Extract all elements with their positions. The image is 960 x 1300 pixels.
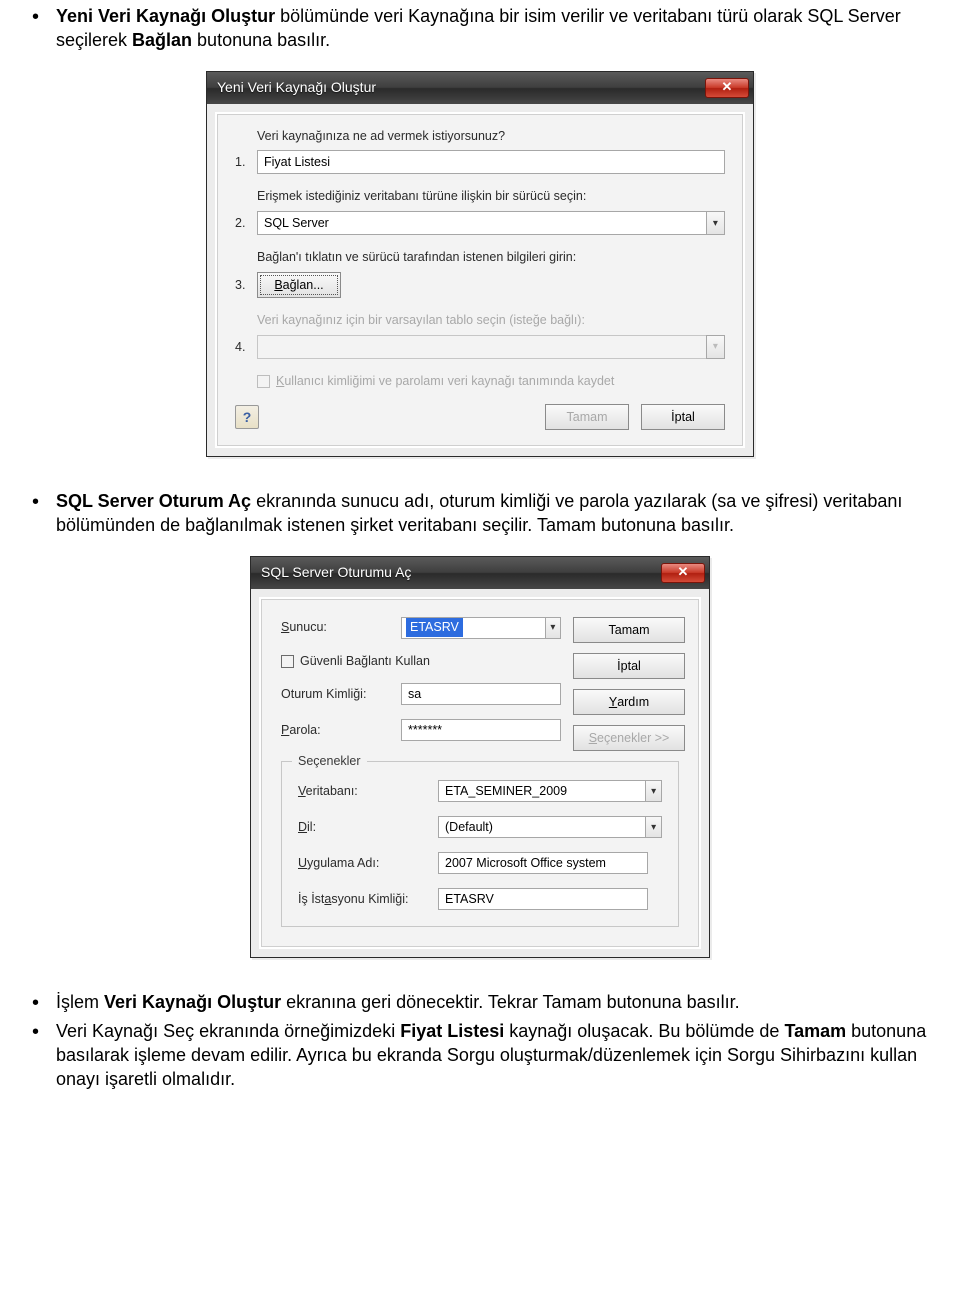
chevron-down-icon[interactable]: ▾ [706,211,725,235]
dialog1-q1: Veri kaynağınıza ne ad vermek istiyorsun… [257,128,725,145]
cancel-button[interactable]: İptal [641,404,725,430]
create-data-source-dialog: Yeni Veri Kaynağı Oluştur ✕ Veri kaynağı… [206,71,754,457]
dialog1-title: Yeni Veri Kaynağı Oluştur [217,78,376,97]
bullet-2-bold: SQL Server Oturum Aç [56,491,251,511]
database-combo[interactable] [438,780,645,802]
chevron-down-icon[interactable]: ▾ [645,816,662,838]
datasource-name-input[interactable] [257,150,725,174]
driver-select[interactable] [257,211,706,235]
chevron-down-icon[interactable]: ▾ [645,780,662,802]
help-icon[interactable]: ? [235,405,259,429]
chevron-down-icon[interactable]: ▾ [545,617,561,639]
chevron-down-icon: ▾ [706,335,725,359]
workstation-input[interactable] [438,888,648,910]
trusted-connection-checkbox[interactable]: Güvenli Bağlantı Kullan [281,653,561,670]
sql-server-login-dialog: SQL Server Oturumu Aç ✕ Sunucu:Sunucu: E… [250,556,710,959]
options-group: Seçenekler Veritabanı:Veritabanı: ▾ Dil:… [281,761,679,927]
password-label: Parola:Parola: [281,722,401,739]
login-label: Oturum Kimliği: [281,686,401,703]
password-input[interactable] [401,719,561,741]
options-legend: Seçenekler [292,753,367,770]
dialog1-titlebar[interactable]: Yeni Veri Kaynağı Oluştur ✕ [207,72,753,104]
default-table-select [257,335,706,359]
workstation-label: İş İstasyonu Kimliği:İş İstasyonu Kimliğ… [298,891,438,908]
close-icon[interactable]: ✕ [705,78,749,98]
step-num-3: 3. [235,277,257,294]
save-credentials-checkbox: KKullanıcı kimliğimi ve parolamı veri ka… [257,373,725,390]
login-input[interactable] [401,683,561,705]
step-num-4: 4. [235,339,257,356]
language-combo[interactable] [438,816,645,838]
bullet-3: İşlem Veri Kaynağı Oluştur ekranına geri… [20,990,940,1014]
dialog2-titlebar[interactable]: SQL Server Oturumu Aç ✕ [251,557,709,589]
step-num-1: 1. [235,154,257,171]
options-button: Seçenekler >>Seçenekler >> [573,725,685,751]
bullet-4: Veri Kaynağı Seç ekranında örneğimizdeki… [20,1019,940,1092]
close-icon[interactable]: ✕ [661,563,705,583]
language-label: Dil:Dil: [298,819,438,836]
cancel-button[interactable]: İptal [573,653,685,679]
bullet-2: SQL Server Oturum Aç ekranında sunucu ad… [20,489,940,538]
app-name-label: Uygulama Adı:Uygulama Adı: [298,855,438,872]
ok-button[interactable]: Tamam [573,617,685,643]
bullet-1-bold: Yeni Veri Kaynağı Oluştur [56,6,275,26]
dialog1-q4: Veri kaynağınız için bir varsayılan tabl… [257,312,725,329]
ok-button: Tamam [545,404,629,430]
step-num-2: 2. [235,215,257,232]
bullet-1: Yeni Veri Kaynağı Oluştur bölümünde veri… [20,4,940,53]
dialog1-q3: Bağlan'ı tıklatın ve sürücü tarafından i… [257,249,725,266]
database-label: Veritabanı:Veritabanı: [298,783,438,800]
server-combo[interactable]: ETASRV [401,617,545,639]
connect-button[interactable]: BBağlan...ağlan... [257,272,341,298]
dialog1-q2: Erişmek istediğiniz veritabanı türüne il… [257,188,725,205]
app-name-input[interactable] [438,852,648,874]
server-label: Sunucu:Sunucu: [281,619,401,636]
help-button[interactable]: YardımYardım [573,689,685,715]
dialog2-title: SQL Server Oturumu Aç [261,563,411,582]
